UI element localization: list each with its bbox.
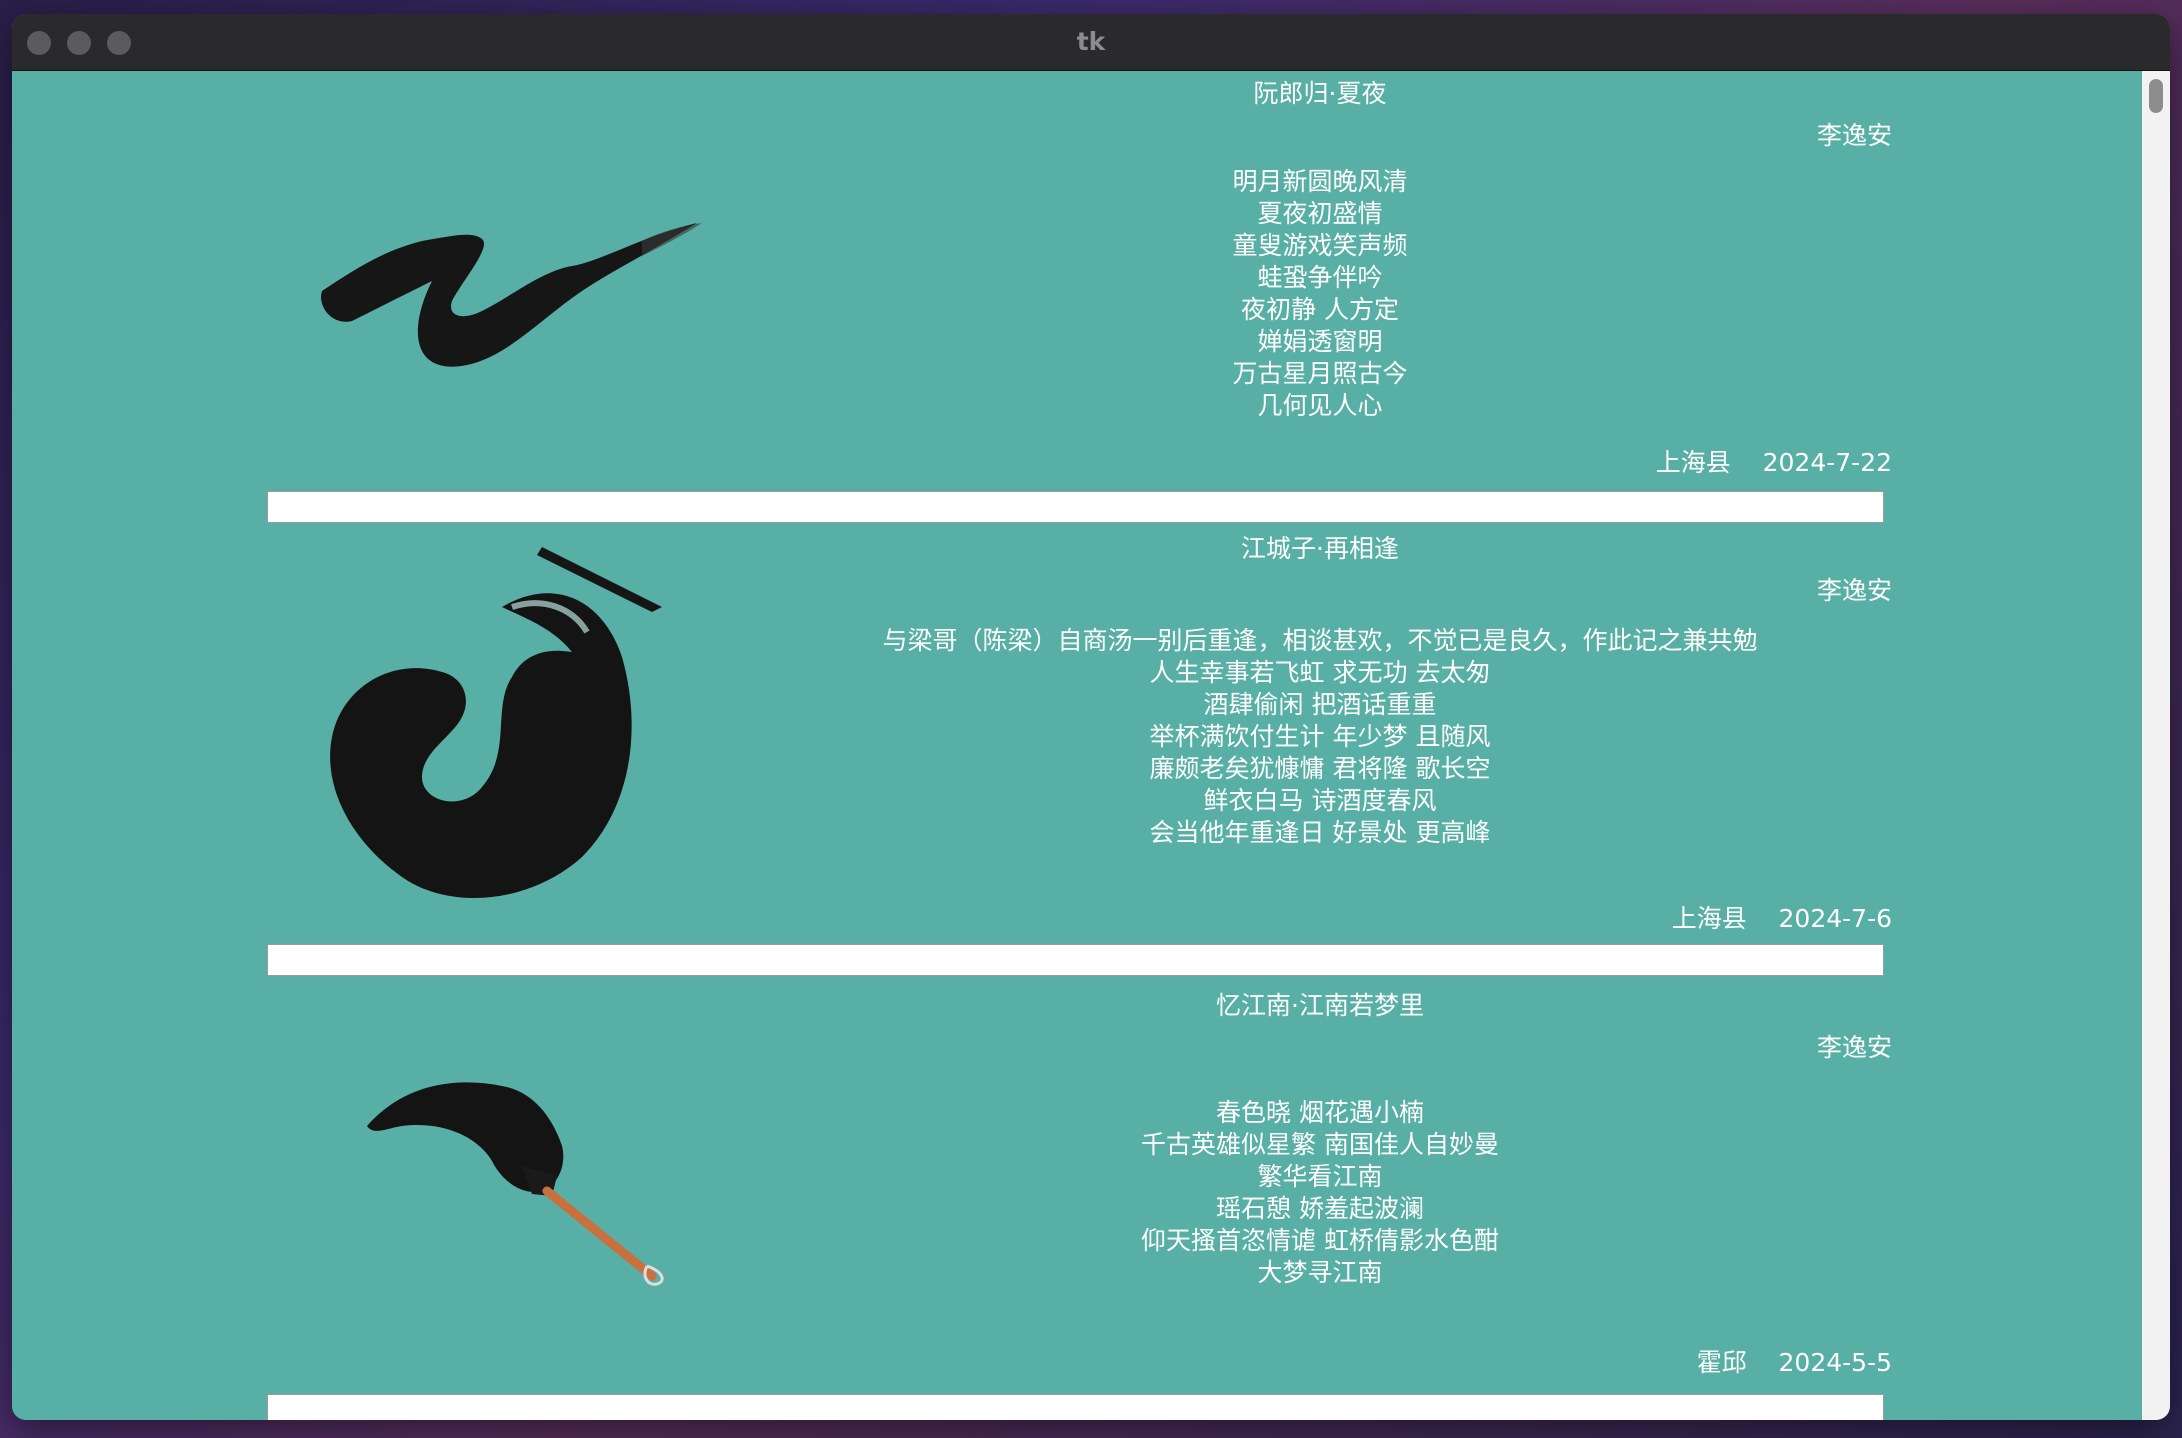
- poem-body: 明月新圆晚风清 夏夜初盛情 童叟游戏笑声频 蛙蛩争伴吟 夜初静 人方定 婵娟透窗…: [720, 166, 1920, 422]
- poem-line: 会当他年重逢日 好景处 更高峰: [1149, 818, 1491, 847]
- entry-divider: [267, 491, 1884, 523]
- poem-body: 与梁哥（陈梁）自商汤一别后重逢，相谈甚欢，不觉已是良久，作此记之兼共勉 人生幸事…: [720, 625, 1920, 849]
- poem-title: 江城子·再相逢: [1241, 534, 1399, 563]
- poem-line: 几何见人心: [1257, 391, 1383, 420]
- poem-author: 李逸安: [1816, 1033, 1892, 1062]
- ink-swirl-icon: [330, 547, 662, 899]
- calligraphy-brush-icon: [367, 1082, 664, 1286]
- poem-entry: 江城子·再相逢 李逸安 与梁哥（陈梁）自商汤一别后重逢，相谈甚欢，不觉已是良久，…: [12, 529, 2142, 979]
- poem-line: 人生幸事若飞虹 求无功 去太匆: [1149, 658, 1491, 687]
- poem-title: 忆江南·江南若梦里: [1216, 991, 1424, 1020]
- poem-title: 阮郎归·夏夜: [1253, 79, 1387, 108]
- poem-line: 廉颇老矣犹慷慵 君将隆 歌长空: [1149, 754, 1491, 783]
- poem-author: 李逸安: [1816, 121, 1892, 150]
- poem-date: 2024-5-5: [1778, 1348, 1892, 1377]
- app-window: tk 阮郎归·夏夜 李逸安 明月新圆晚风清 夏夜初盛情 童叟游戏笑声频 蛙蛩争伴…: [12, 14, 2170, 1420]
- ink-brush-stroke-icon: [321, 223, 702, 367]
- scrollbar-thumb[interactable]: [2149, 79, 2163, 113]
- window-title: tk: [1076, 27, 1106, 56]
- poem-place: 上海县: [1671, 904, 1747, 933]
- poem-place: 上海县: [1655, 448, 1731, 477]
- poem-line: 千古英雄似星繁 南国佳人自妙曼: [1141, 1130, 1499, 1159]
- poem-line: 婵娟透窗明: [1257, 327, 1383, 356]
- poem-footer: 上海县 2024-7-6: [1672, 899, 1892, 935]
- poem-footer: 霍邱 2024-5-5: [1697, 1343, 1892, 1379]
- poem-line: 鲜衣白马 诗酒度春风: [1203, 786, 1437, 815]
- poem-line: 仰天搔首恣情谑 虹桥倩影水色酣: [1141, 1226, 1499, 1255]
- vertical-scrollbar[interactable]: [2142, 71, 2170, 1420]
- poem-line: 明月新圆晚风清: [1232, 167, 1408, 196]
- poem-line: 酒肆偷闲 把酒话重重: [1203, 690, 1437, 719]
- poem-line: 夜初静 人方定: [1241, 295, 1399, 324]
- poem-line: 蛙蛩争伴吟: [1257, 263, 1383, 292]
- entry-divider: [267, 1394, 1884, 1420]
- poem-line: 与梁哥（陈梁）自商汤一别后重逢，相谈甚欢，不觉已是良久，作此记之兼共勉: [882, 626, 1758, 655]
- poem-line: 繁华看江南: [1257, 1162, 1383, 1191]
- poem-line: 瑶石憩 娇羞起波澜: [1216, 1194, 1424, 1223]
- poem-entry: 忆江南·江南若梦里 李逸安 春色晓 烟花遇小楠 千古英雄似星繁 南国佳人自妙曼 …: [12, 986, 2142, 1420]
- title-bar: tk: [12, 14, 2170, 71]
- poem-line: 夏夜初盛情: [1257, 199, 1383, 228]
- entry-divider: [267, 944, 1884, 976]
- poem-line: 春色晓 烟花遇小楠: [1216, 1098, 1424, 1127]
- poem-place: 霍邱: [1696, 1348, 1747, 1377]
- poem-line: 童叟游戏笑声频: [1232, 231, 1408, 260]
- poem-line: 大梦寻江南: [1257, 1258, 1383, 1287]
- poem-date: 2024-7-6: [1778, 904, 1892, 933]
- poem-date: 2024-7-22: [1762, 448, 1892, 477]
- poem-line: 举杯满饮付生计 年少梦 且随风: [1149, 722, 1491, 751]
- poem-entry: 阮郎归·夏夜 李逸安 明月新圆晚风清 夏夜初盛情 童叟游戏笑声频 蛙蛩争伴吟 夜…: [12, 71, 2142, 541]
- poem-author: 李逸安: [1816, 576, 1892, 605]
- poem-scroll-area[interactable]: 阮郎归·夏夜 李逸安 明月新圆晚风清 夏夜初盛情 童叟游戏笑声频 蛙蛩争伴吟 夜…: [12, 71, 2142, 1420]
- poem-line: 万古星月照古今: [1232, 359, 1408, 388]
- poem-footer: 上海县 2024-7-22: [1656, 443, 1892, 479]
- poem-body: 春色晓 烟花遇小楠 千古英雄似星繁 南国佳人自妙曼 繁华看江南 瑶石憩 娇羞起波…: [720, 1097, 1920, 1289]
